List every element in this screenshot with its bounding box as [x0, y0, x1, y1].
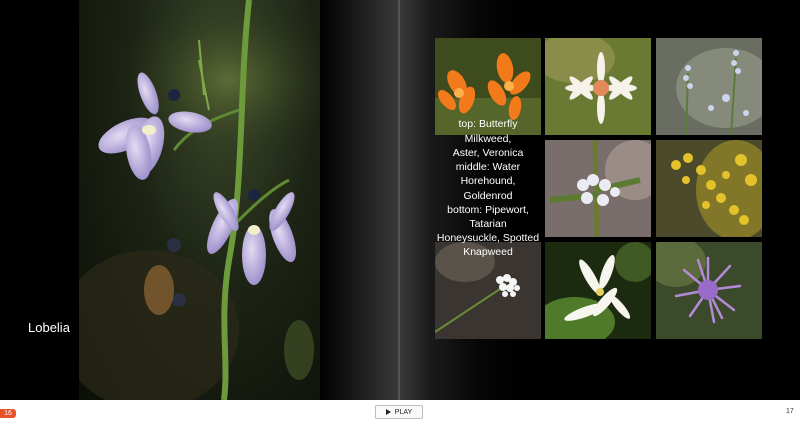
grid-caption-line: Honeysuckle, Spotted: [436, 232, 540, 245]
photo-water-horehound: [545, 140, 651, 237]
grid-caption-line: top: Butterfly Milkweed,: [458, 118, 518, 145]
grid-caption-line: Goldenrod: [463, 189, 513, 202]
photo-veronica: [656, 38, 762, 135]
grid-caption-line: middle: Water Horehound,: [455, 161, 521, 188]
play-icon: [385, 409, 391, 415]
photo-tatarian-honeysuckle: [545, 242, 651, 339]
grid-caption-line: Aster, Veronica: [452, 146, 524, 159]
grid-caption: top: Butterfly Milkweed, Aster, Veronica…: [435, 118, 541, 258]
play-button[interactable]: PLAY: [375, 405, 423, 419]
lobelia-photo: [79, 0, 320, 400]
grid-caption-line: Knapweed: [463, 246, 513, 259]
book-spine: [398, 0, 400, 400]
left-page-caption: Lobelia: [28, 320, 70, 335]
right-page-number: 17: [786, 408, 794, 415]
play-label: PLAY: [394, 408, 413, 416]
left-page-number-badge[interactable]: 16: [0, 409, 16, 418]
photo-goldenrod: [656, 140, 762, 237]
photo-book-spread: Lobelia top: Butterfly Milkweed, Aster, …: [0, 0, 800, 400]
photo-spotted-knapweed: [656, 242, 762, 339]
grid-caption-line: bottom: Pipewort, Tatarian: [447, 203, 529, 230]
photo-aster: [545, 38, 651, 135]
